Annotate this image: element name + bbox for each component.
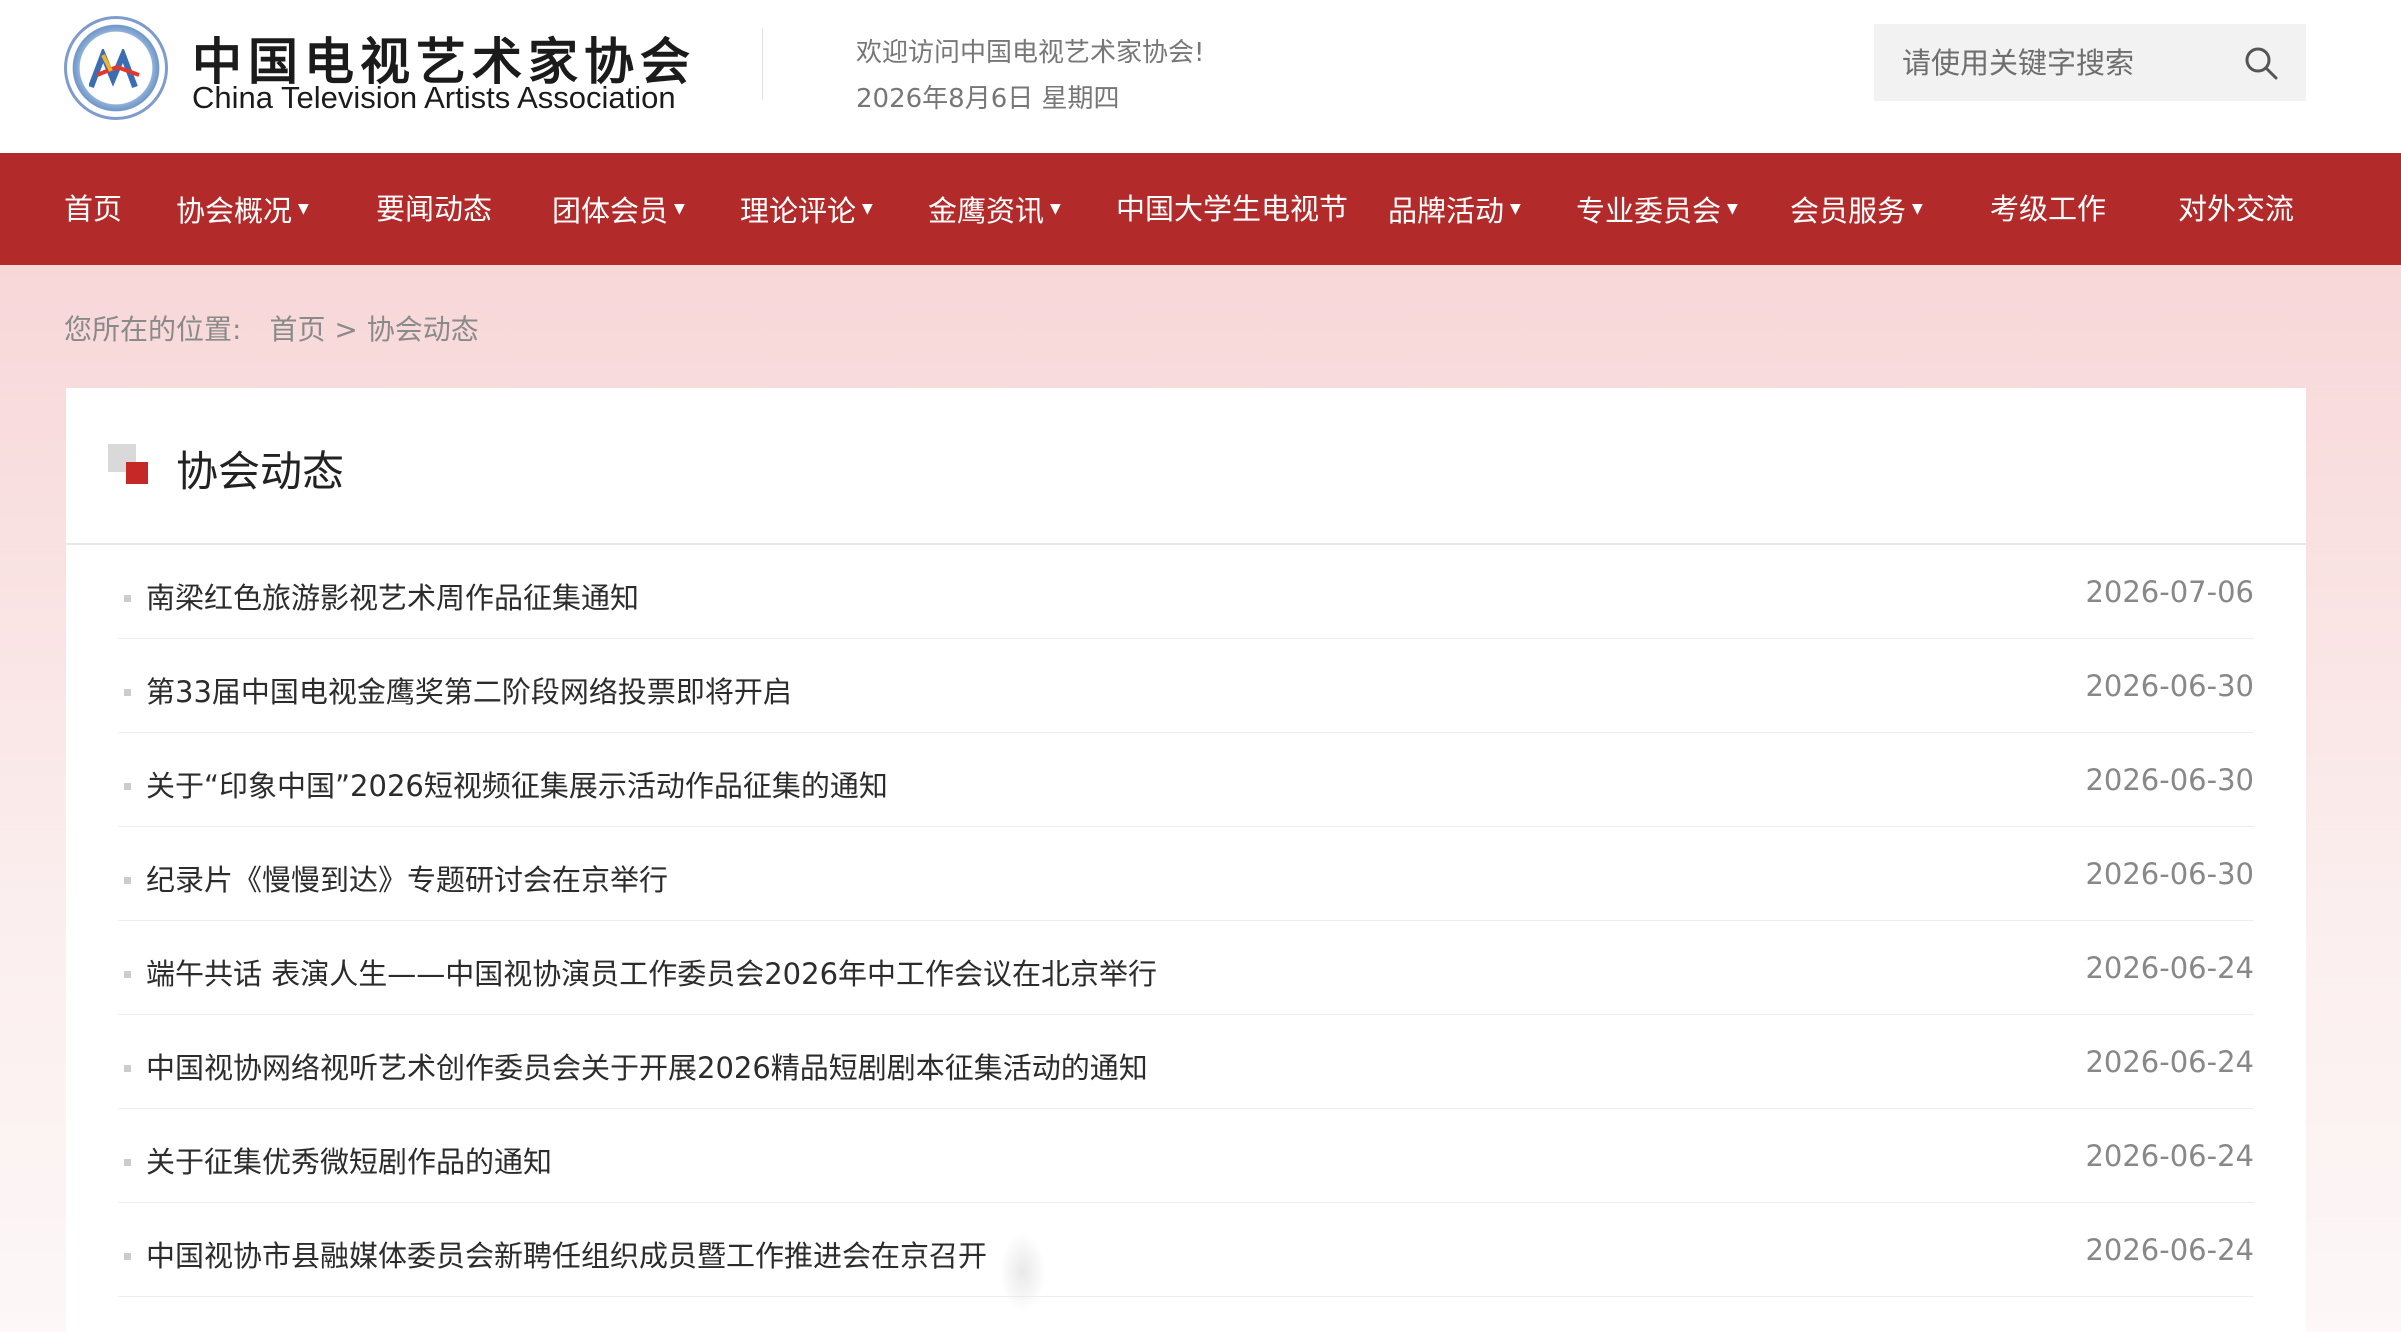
- news-item[interactable]: 中国视协网络视听艺术创作委员会关于开展2026精品短剧剧本征集活动的通知 202…: [118, 1015, 2254, 1109]
- welcome-text: 欢迎访问中国电视艺术家协会!: [856, 38, 1205, 68]
- nav-label: 品牌活动: [1388, 194, 1505, 228]
- bullet-icon: [124, 1253, 131, 1260]
- breadcrumb-current: 协会动态: [366, 313, 479, 346]
- nav-label: 团体会员: [552, 194, 669, 228]
- news-date: 2026-06-24: [2085, 1233, 2254, 1267]
- chevron-down-icon: ▼: [1050, 201, 1061, 217]
- news-title-link[interactable]: 端午共话 表演人生——中国视协演员工作委员会2026年中工作会议在北京举行: [146, 951, 1157, 993]
- card-header: 协会动态: [66, 388, 2306, 545]
- news-item[interactable]: 端午共话 表演人生——中国视协演员工作委员会2026年中工作会议在北京举行 20…: [118, 921, 2254, 1015]
- news-date: 2026-07-06: [2085, 575, 2254, 609]
- news-item[interactable]: 关于征集优秀微短剧作品的通知 2026-06-24: [118, 1109, 2254, 1203]
- breadcrumb-separator: >: [325, 313, 367, 346]
- site-header: 中国电视艺术家协会 China Television Artists Assoc…: [0, 0, 2401, 153]
- news-date: 2026-06-24: [2085, 951, 2254, 985]
- nav-item-news[interactable]: 要闻动态: [376, 153, 492, 265]
- nav-label: 首页: [64, 192, 123, 226]
- nav-item-group-members[interactable]: 团体会员 ▼: [552, 153, 685, 265]
- news-date: 2026-06-24: [2085, 1139, 2254, 1173]
- chevron-down-icon: ▼: [298, 201, 309, 217]
- nav-label: 理论评论: [740, 194, 857, 228]
- news-title-link[interactable]: 南梁红色旅游影视艺术周作品征集通知: [146, 575, 639, 617]
- blurred-artifact: [1000, 1232, 1046, 1312]
- news-date: 2026-06-30: [2085, 669, 2254, 703]
- nav-label: 考级工作: [1990, 192, 2107, 226]
- nav-label: 专业委员会: [1576, 194, 1722, 228]
- nav-item-theory[interactable]: 理论评论 ▼: [740, 153, 873, 265]
- chevron-down-icon: ▼: [1727, 201, 1738, 217]
- nav-item-committees[interactable]: 专业委员会 ▼: [1576, 153, 1738, 265]
- chevron-down-icon: ▼: [1912, 201, 1923, 217]
- nav-label: 中国大学生电视节: [1116, 192, 1349, 226]
- logo-icon[interactable]: [64, 16, 168, 120]
- search-box: [1874, 23, 2306, 102]
- nav-item-golden-eagle[interactable]: 金鹰资讯 ▼: [928, 153, 1061, 265]
- nav-label: 协会概况: [176, 194, 293, 228]
- bullet-icon: [124, 1065, 131, 1072]
- news-date: 2026-06-30: [2085, 857, 2254, 891]
- nav-item-college-tv-festival[interactable]: 中国大学生电视节: [1116, 153, 1348, 265]
- chevron-down-icon: ▼: [862, 201, 873, 217]
- news-list: 南梁红色旅游影视艺术周作品征集通知 2026-07-06 第33届中国电视金鹰奖…: [118, 545, 2254, 1297]
- news-item[interactable]: 关于“印象中国”2026短视频征集展示活动作品征集的通知 2026-06-30: [118, 733, 2254, 827]
- nav-label: 会员服务: [1790, 194, 1907, 228]
- current-date: 2026年8月6日 星期四: [856, 84, 1120, 114]
- chevron-down-icon: ▼: [1510, 201, 1521, 217]
- news-date: 2026-06-30: [2085, 763, 2254, 797]
- bullet-icon: [124, 595, 131, 602]
- main-nav: 首页 协会概况 ▼ 要闻动态 团体会员 ▼ 理论评论 ▼ 金鹰资讯 ▼ 中国大学生电视节…: [0, 153, 2401, 265]
- nav-item-exchange[interactable]: 对外交流: [2178, 153, 2294, 265]
- nav-item-brand-activities[interactable]: 品牌活动 ▼: [1388, 153, 1521, 265]
- nav-label: 要闻动态: [376, 192, 493, 226]
- bullet-icon: [124, 971, 131, 978]
- breadcrumb-prefix: 您所在的位置:: [64, 313, 242, 346]
- search-icon[interactable]: [2244, 46, 2278, 80]
- section-title-icon: [108, 444, 148, 484]
- breadcrumb-home-link[interactable]: 首页: [269, 313, 325, 346]
- nav-item-grading[interactable]: 考级工作: [1990, 153, 2106, 265]
- news-title-link[interactable]: 纪录片《慢慢到达》专题研讨会在京举行: [146, 857, 668, 899]
- bullet-icon: [124, 877, 131, 884]
- search-input[interactable]: [1874, 23, 2244, 102]
- news-date: 2026-06-24: [2085, 1045, 2254, 1079]
- nav-item-member-services[interactable]: 会员服务 ▼: [1790, 153, 1923, 265]
- news-item[interactable]: 南梁红色旅游影视艺术周作品征集通知 2026-07-06: [118, 545, 2254, 639]
- breadcrumb: 您所在的位置: 首页 > 协会动态: [64, 308, 479, 348]
- news-title-link[interactable]: 关于“印象中国”2026短视频征集展示活动作品征集的通知: [146, 763, 888, 805]
- logo-mark-icon: [89, 49, 140, 89]
- news-item[interactable]: 纪录片《慢慢到达》专题研讨会在京举行 2026-06-30: [118, 827, 2254, 921]
- nav-label: 金鹰资讯: [928, 194, 1045, 228]
- nav-item-home[interactable]: 首页: [64, 153, 122, 265]
- page-title: 协会动态: [176, 447, 345, 496]
- nav-label: 对外交流: [2178, 192, 2295, 226]
- chevron-down-icon: ▼: [674, 201, 685, 217]
- news-card: 协会动态 南梁红色旅游影视艺术周作品征集通知 2026-07-06 第33届中国…: [66, 388, 2306, 1332]
- nav-item-overview[interactable]: 协会概况 ▼: [176, 153, 309, 265]
- news-title-link[interactable]: 第33届中国电视金鹰奖第二阶段网络投票即将开启: [146, 669, 792, 711]
- header-divider: [762, 28, 763, 100]
- news-title-link[interactable]: 关于征集优秀微短剧作品的通知: [146, 1139, 552, 1181]
- bullet-icon: [124, 689, 131, 696]
- news-item[interactable]: 中国视协市县融媒体委员会新聘任组织成员暨工作推进会在京召开 2026-06-24: [118, 1203, 2254, 1297]
- news-title-link[interactable]: 中国视协市县融媒体委员会新聘任组织成员暨工作推进会在京召开: [146, 1233, 987, 1275]
- bullet-icon: [124, 1159, 131, 1166]
- bullet-icon: [124, 783, 131, 790]
- news-item[interactable]: 第33届中国电视金鹰奖第二阶段网络投票即将开启 2026-06-30: [118, 639, 2254, 733]
- brand-name-en[interactable]: China Television Artists Association: [192, 80, 676, 116]
- news-title-link[interactable]: 中国视协网络视听艺术创作委员会关于开展2026精品短剧剧本征集活动的通知: [146, 1045, 1148, 1087]
